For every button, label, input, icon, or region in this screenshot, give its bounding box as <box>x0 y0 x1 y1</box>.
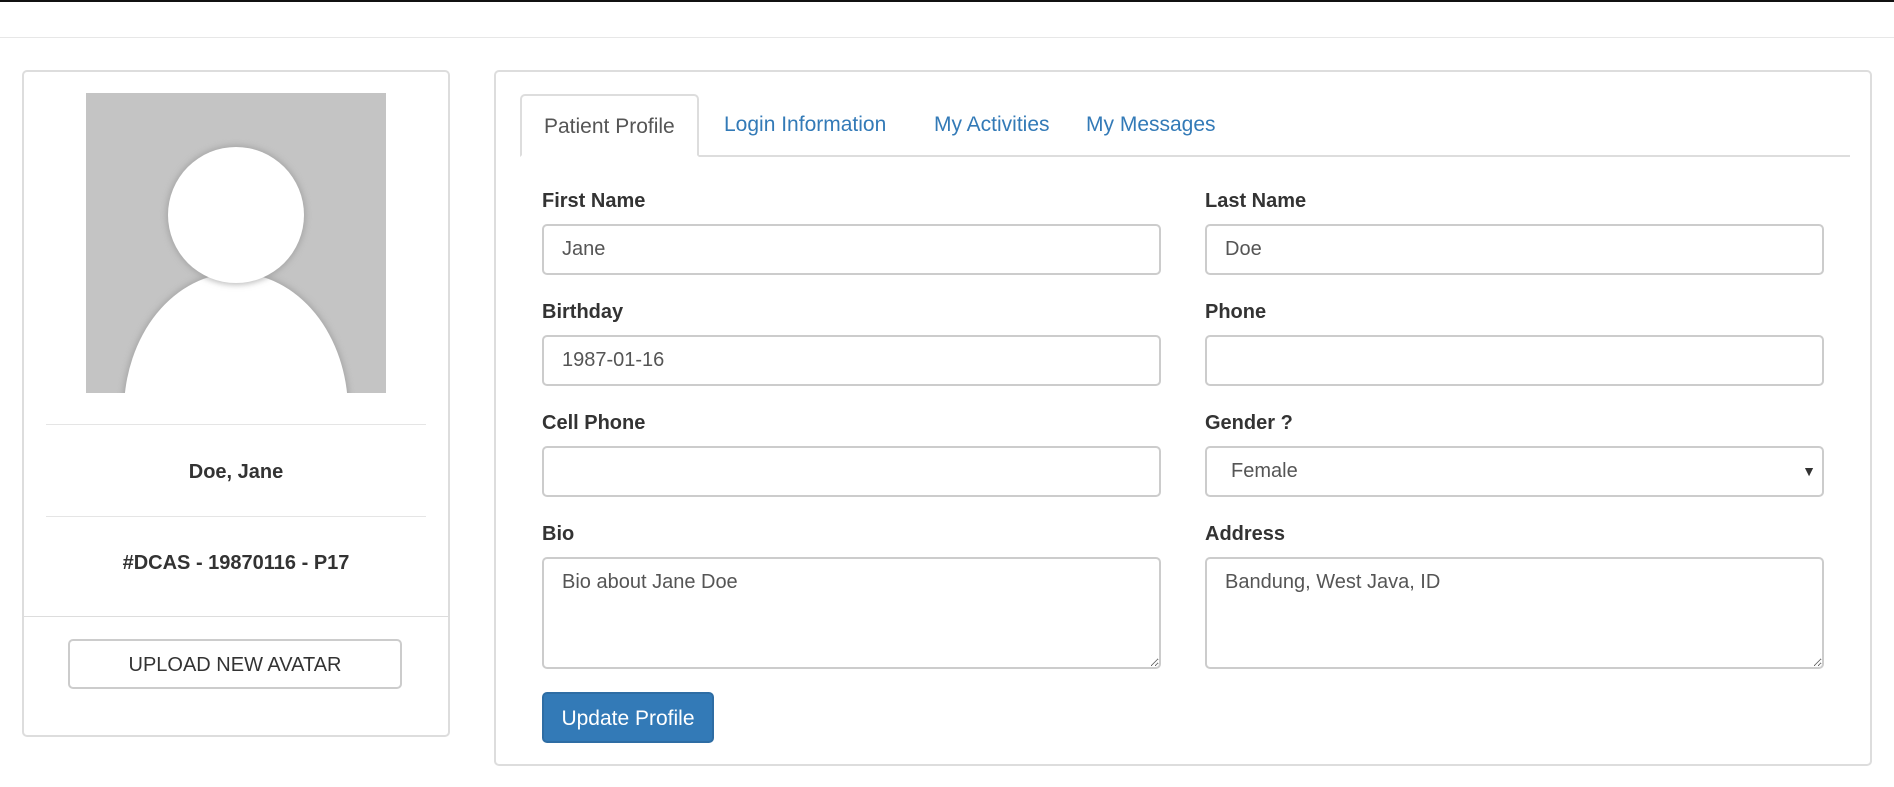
profile-divider <box>46 516 426 517</box>
address-textarea[interactable]: Bandung, West Java, ID <box>1205 557 1824 669</box>
update-profile-button[interactable]: Update Profile <box>542 692 714 743</box>
tab-login-information[interactable]: Login Information <box>724 94 886 157</box>
bio-label: Bio <box>542 523 575 545</box>
cell-phone-label: Cell Phone <box>542 412 646 434</box>
caret-down-icon: ▼ <box>1802 463 1816 479</box>
profile-divider <box>24 616 448 617</box>
avatar-image <box>86 93 386 393</box>
patient-id: #DCAS - 19870116 - P17 <box>122 552 350 574</box>
first-name-field[interactable] <box>542 224 1161 275</box>
profile-tabs: Patient Profile Login Information My Act… <box>520 94 1850 157</box>
upload-avatar-button[interactable]: UPLOAD NEW AVATAR <box>68 639 402 689</box>
last-name-label: Last Name <box>1205 190 1307 212</box>
profile-card: Doe, Jane #DCAS - 19870116 - P17 UPLOAD … <box>22 70 450 737</box>
tab-my-messages[interactable]: My Messages <box>1086 94 1216 157</box>
cell-phone-field[interactable] <box>542 446 1161 497</box>
tab-patient-profile[interactable]: Patient Profile <box>520 94 699 157</box>
first-name-label: First Name <box>542 190 646 212</box>
phone-label: Phone <box>1205 301 1267 323</box>
phone-field[interactable] <box>1205 335 1824 386</box>
last-name-field[interactable] <box>1205 224 1824 275</box>
profile-display-name: Doe, Jane <box>188 461 284 483</box>
gender-label: Gender ? <box>1205 412 1293 434</box>
tab-my-activities[interactable]: My Activities <box>934 94 1050 157</box>
gender-select[interactable]: Female ▼ <box>1205 446 1824 497</box>
birthday-field[interactable] <box>542 335 1161 386</box>
profile-form-card: Patient Profile Login Information My Act… <box>494 70 1872 766</box>
address-label: Address <box>1205 523 1286 545</box>
gender-selected-value: Female <box>1231 460 1298 482</box>
bio-textarea[interactable]: Bio about Jane Doe <box>542 557 1161 669</box>
avatar-body-shape <box>124 273 348 393</box>
avatar-head-shape <box>168 147 304 283</box>
top-navbar <box>0 0 1894 38</box>
profile-divider <box>46 424 426 425</box>
birthday-label: Birthday <box>542 301 624 323</box>
